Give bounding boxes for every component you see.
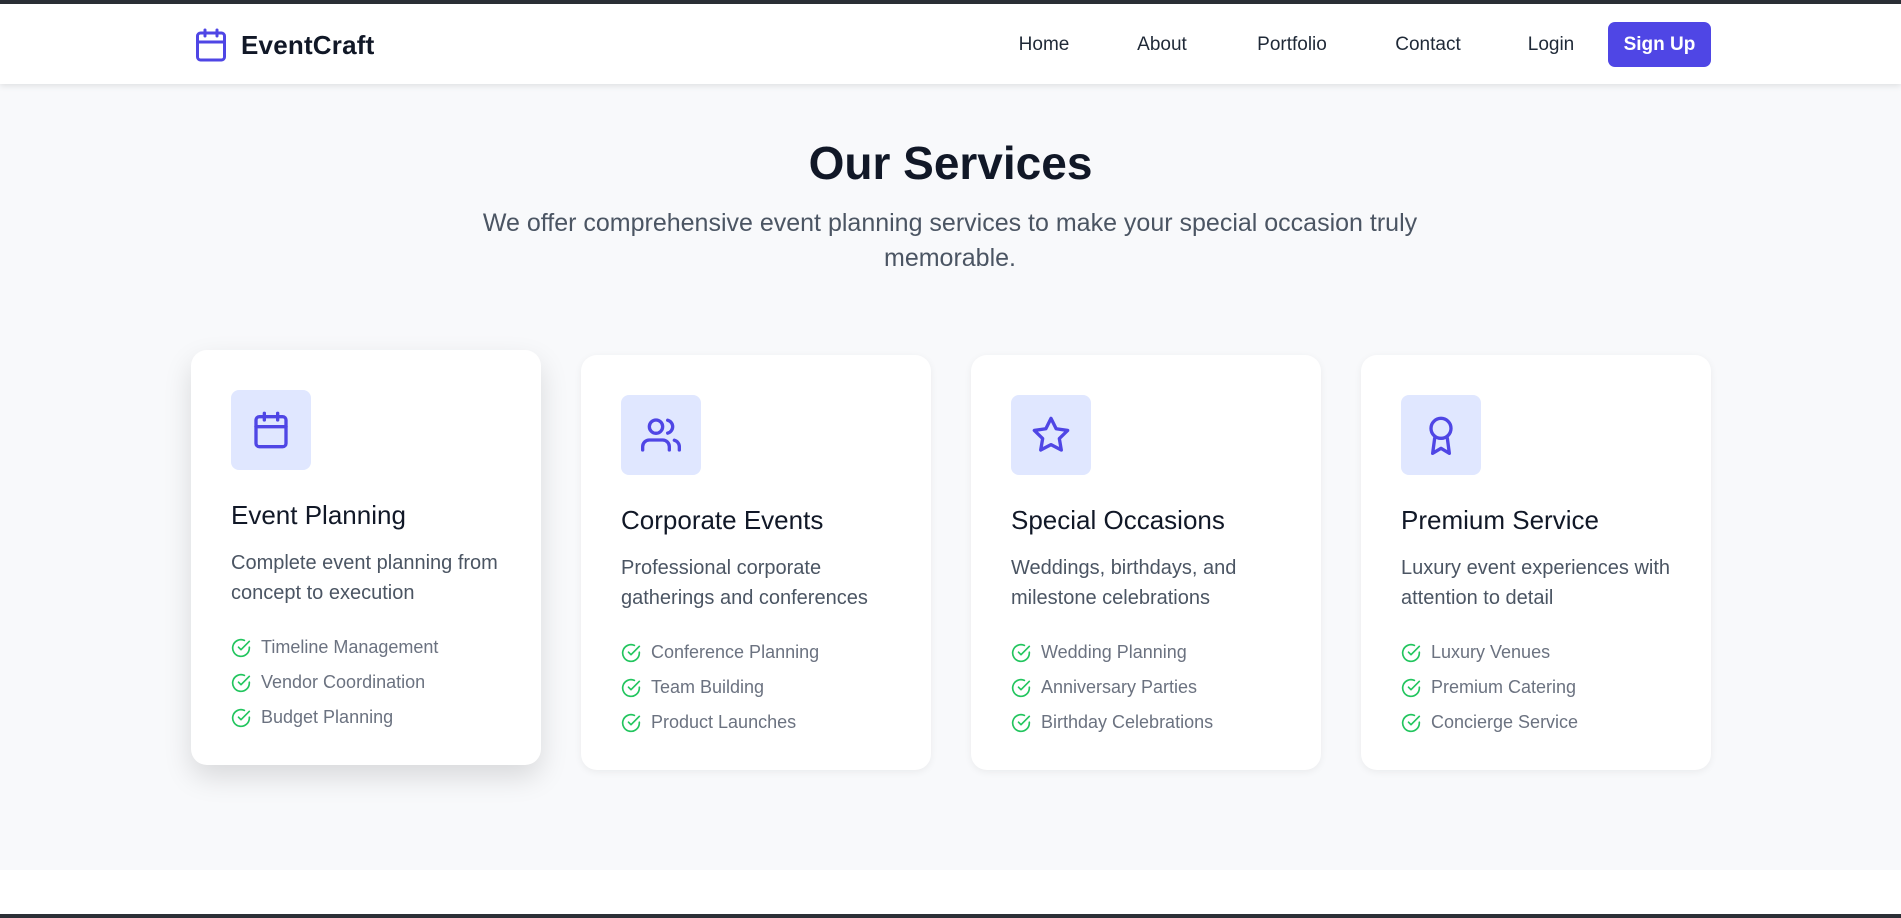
service-card-corporate-events[interactable]: Corporate Events Professional corporate … — [581, 355, 931, 770]
check-circle-icon — [231, 708, 251, 727]
card-icon-box — [1011, 395, 1091, 475]
card-title: Corporate Events — [621, 505, 824, 535]
feature-item: Budget Planning — [231, 700, 438, 735]
nav-link-portfolio[interactable]: Portfolio — [1257, 34, 1327, 56]
section-title: Our Services — [808, 137, 1093, 189]
card-description: Complete event planning from concept to … — [231, 552, 498, 604]
nav-link-about[interactable]: About — [1137, 34, 1187, 56]
card-icon-box — [621, 395, 701, 475]
feature-item: Anniversary Parties — [1011, 670, 1213, 705]
star-icon — [1032, 416, 1070, 452]
feature-label: Conference Planning — [651, 642, 820, 662]
feature-list: Conference Planning Team Building Produc… — [621, 635, 819, 740]
nav-link-login[interactable]: Login — [1528, 34, 1575, 56]
card-icon-box — [231, 390, 311, 470]
feature-item: Conference Planning — [621, 635, 819, 670]
feature-label: Anniversary Parties — [1041, 677, 1198, 697]
feature-label: Budget Planning — [261, 707, 394, 727]
services-section: Our Services We offer comprehensive even… — [0, 84, 1901, 870]
card-description: Luxury event experiences with attention … — [1401, 557, 1671, 609]
check-circle-icon — [621, 643, 641, 662]
feature-label: Product Launches — [651, 712, 797, 732]
feature-label: Luxury Venues — [1431, 642, 1551, 662]
card-title: Special Occasions — [1011, 505, 1225, 535]
check-circle-icon — [1401, 713, 1421, 732]
feature-list: Timeline Management Vendor Coordination … — [231, 630, 438, 735]
card-icon-box — [1401, 395, 1481, 475]
nav-link-home[interactable]: Home — [1019, 34, 1070, 56]
service-card-special-occasions[interactable]: Special Occasions Weddings, birthdays, a… — [971, 355, 1321, 770]
card-title: Premium Service — [1401, 505, 1599, 535]
award-icon — [1429, 416, 1453, 455]
nav-link-contact[interactable]: Contact — [1395, 34, 1460, 56]
sign-up-button[interactable]: Sign Up — [1608, 22, 1711, 67]
feature-label: Concierge Service — [1431, 712, 1579, 732]
check-circle-icon — [621, 713, 641, 732]
check-circle-icon — [1011, 643, 1031, 662]
service-card-premium-service[interactable]: Premium Service Luxury event experiences… — [1361, 355, 1711, 770]
service-card-event-planning[interactable]: Event Planning Complete event planning f… — [191, 350, 541, 765]
feature-item: Wedding Planning — [1011, 635, 1213, 670]
check-circle-icon — [621, 678, 641, 697]
feature-item: Concierge Service — [1401, 705, 1578, 740]
feature-item: Timeline Management — [231, 630, 438, 665]
check-circle-icon — [231, 673, 251, 692]
check-circle-icon — [1401, 643, 1421, 662]
calendar-icon — [254, 411, 288, 449]
card-description: Weddings, birthdays, and milestone celeb… — [1011, 557, 1237, 609]
feature-item: Luxury Venues — [1401, 635, 1578, 670]
check-circle-icon — [1011, 678, 1031, 697]
feature-item: Vendor Coordination — [231, 665, 438, 700]
card-description: Professional corporate gatherings and co… — [621, 557, 868, 609]
feature-list: Wedding Planning Anniversary Parties Bir… — [1011, 635, 1213, 740]
feature-label: Vendor Coordination — [261, 672, 426, 692]
section-subtitle: We offer comprehensive event planning se… — [482, 209, 1418, 272]
feature-label: Wedding Planning — [1041, 642, 1187, 662]
check-circle-icon — [1401, 678, 1421, 697]
check-circle-icon — [1011, 713, 1031, 732]
card-title: Event Planning — [231, 500, 406, 530]
feature-label: Timeline Management — [261, 637, 439, 657]
feature-item: Premium Catering — [1401, 670, 1578, 705]
bottom-border — [0, 914, 1901, 918]
feature-list: Luxury Venues Premium Catering Concierge… — [1401, 635, 1578, 740]
feature-item: Birthday Celebrations — [1011, 705, 1213, 740]
users-icon — [641, 418, 681, 452]
feature-label: Premium Catering — [1431, 677, 1577, 697]
feature-item: Team Building — [621, 670, 819, 705]
feature-label: Team Building — [651, 677, 765, 697]
feature-item: Product Launches — [621, 705, 819, 740]
check-circle-icon — [231, 638, 251, 657]
feature-label: Birthday Celebrations — [1041, 712, 1214, 732]
navbar: EventCraft Home About Portfolio Contact … — [0, 4, 1901, 84]
